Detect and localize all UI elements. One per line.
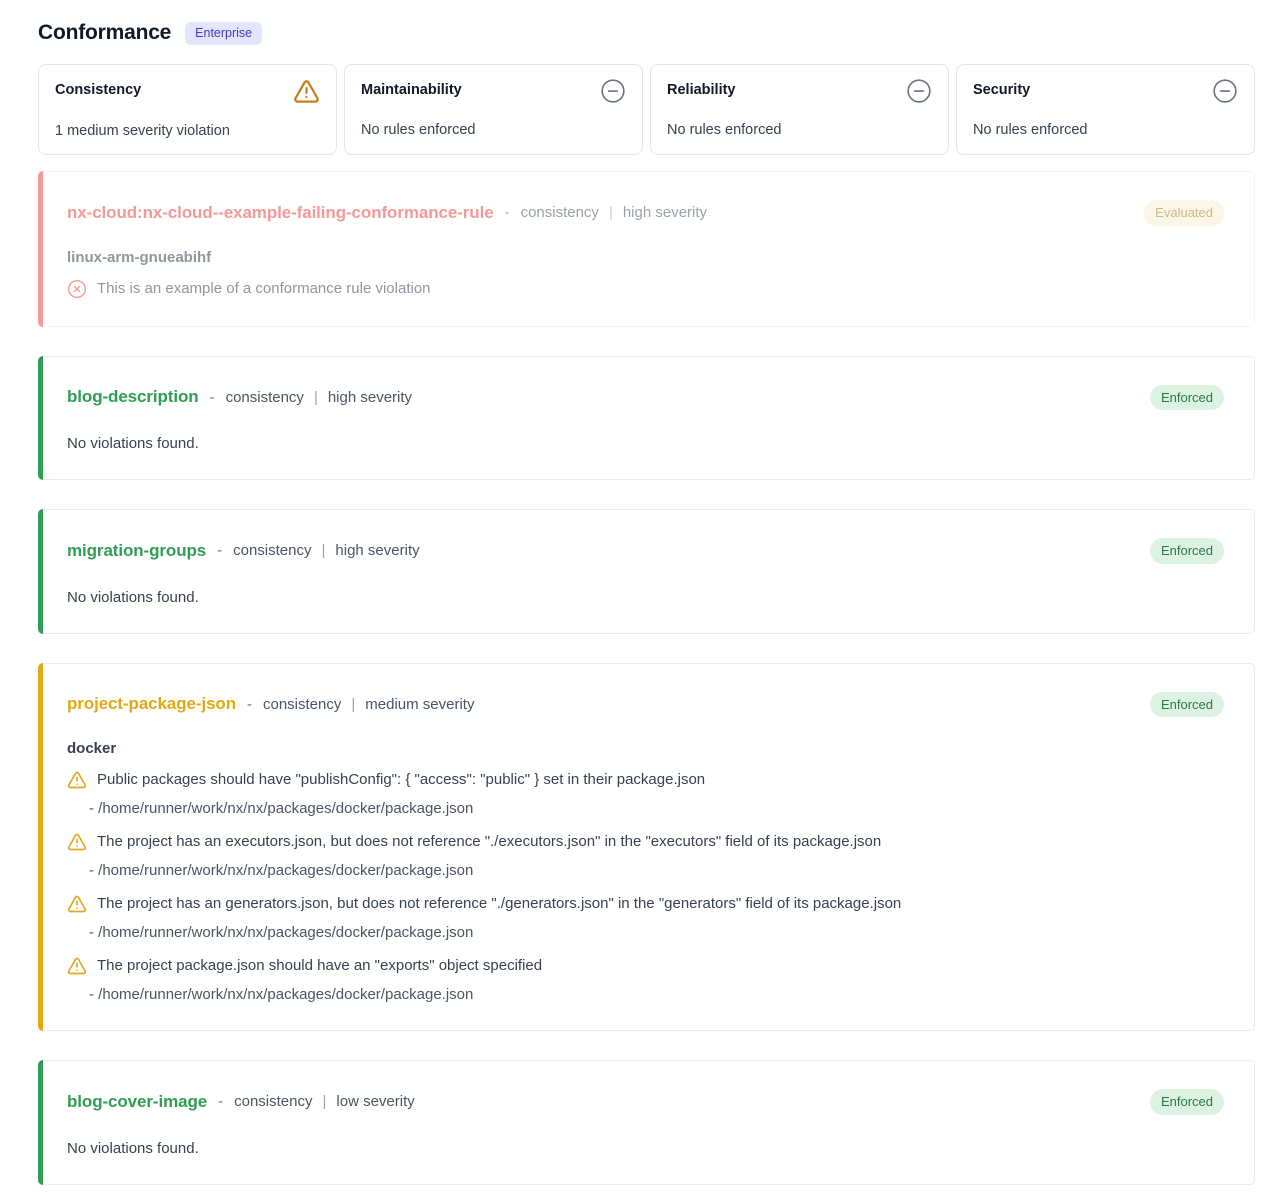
violation-message: This is an example of a conformance rule… bbox=[97, 280, 431, 299]
warning-triangle-icon bbox=[67, 770, 87, 790]
violation-path: - /home/runner/work/nx/nx/packages/docke… bbox=[67, 924, 1224, 941]
violation-message: The project has an executors.json, but d… bbox=[97, 833, 881, 852]
rule-status-badge: Enforced bbox=[1150, 385, 1224, 411]
summary-row: Consistency 1 medium severity violation … bbox=[38, 64, 1255, 155]
rule-name: nx-cloud:nx-cloud--example-failing-confo… bbox=[67, 203, 494, 223]
plan-badge: Enterprise bbox=[185, 22, 262, 45]
rule-separator: - bbox=[218, 1093, 223, 1110]
summary-card-title: Security bbox=[973, 78, 1030, 98]
summary-card-title: Consistency bbox=[55, 78, 141, 98]
circle-minus-icon bbox=[1212, 78, 1238, 104]
rule-pipe: | bbox=[322, 1093, 326, 1110]
rule-pipe: | bbox=[314, 389, 318, 406]
violation-message: The project package.json should have an … bbox=[97, 957, 542, 976]
rule-status-badge: Enforced bbox=[1150, 1089, 1224, 1115]
rule-name: blog-description bbox=[67, 387, 199, 407]
summary-card-status: No rules enforced bbox=[361, 122, 626, 138]
rule-card: migration-groups - consistency | high se… bbox=[38, 509, 1255, 634]
summary-card-title: Reliability bbox=[667, 78, 736, 98]
rule-card: blog-description - consistency | high se… bbox=[38, 356, 1255, 481]
rule-status-text: No violations found. bbox=[67, 1140, 1224, 1157]
rule-severity: medium severity bbox=[365, 696, 474, 713]
summary-card-status: No rules enforced bbox=[667, 122, 932, 138]
warning-triangle-icon bbox=[67, 894, 87, 914]
violation-item: The project has an generators.json, but … bbox=[67, 895, 1224, 941]
rule-card: blog-cover-image - consistency | low sev… bbox=[38, 1060, 1255, 1185]
rule-status-text: No violations found. bbox=[67, 589, 1224, 606]
rule-card: project-package-json - consistency | med… bbox=[38, 663, 1255, 1032]
violations-list: Public packages should have "publishConf… bbox=[67, 771, 1224, 1003]
summary-card: Maintainability No rules enforced bbox=[344, 64, 643, 155]
violation-item: The project package.json should have an … bbox=[67, 957, 1224, 1003]
rule-name: blog-cover-image bbox=[67, 1092, 207, 1112]
rule-severity: low severity bbox=[336, 1093, 414, 1110]
rule-separator: - bbox=[505, 204, 510, 221]
warning-triangle-icon bbox=[67, 956, 87, 976]
rules-list: nx-cloud:nx-cloud--example-failing-confo… bbox=[38, 171, 1255, 1185]
circle-minus-icon bbox=[906, 78, 932, 104]
rule-status-badge: Evaluated bbox=[1144, 200, 1224, 226]
rule-name: migration-groups bbox=[67, 541, 206, 561]
page-header: Conformance Enterprise bbox=[38, 21, 1255, 45]
violation-item: Public packages should have "publishConf… bbox=[67, 771, 1224, 817]
page-title: Conformance bbox=[38, 21, 171, 45]
violation-path: - /home/runner/work/nx/nx/packages/docke… bbox=[67, 862, 1224, 879]
summary-card: Security No rules enforced bbox=[956, 64, 1255, 155]
rule-category: consistency bbox=[263, 696, 341, 713]
rule-status-text: No violations found. bbox=[67, 435, 1224, 452]
rule-card: nx-cloud:nx-cloud--example-failing-confo… bbox=[38, 171, 1255, 327]
rule-severity: high severity bbox=[335, 542, 419, 559]
violation-message: The project has an generators.json, but … bbox=[97, 895, 901, 914]
rule-category: consistency bbox=[521, 204, 599, 221]
violation-item: This is an example of a conformance rule… bbox=[67, 280, 1224, 299]
circle-minus-icon bbox=[600, 78, 626, 104]
rule-separator: - bbox=[217, 542, 222, 559]
rule-category: consistency bbox=[226, 389, 304, 406]
summary-card-status: No rules enforced bbox=[973, 122, 1238, 138]
rule-category: consistency bbox=[233, 542, 311, 559]
rule-name: project-package-json bbox=[67, 694, 236, 714]
rule-status-badge: Enforced bbox=[1150, 692, 1224, 718]
rule-pipe: | bbox=[322, 542, 326, 559]
summary-card: Reliability No rules enforced bbox=[650, 64, 949, 155]
warning-triangle-icon bbox=[67, 832, 87, 852]
circle-x-icon bbox=[67, 279, 87, 299]
rule-project-group: linux-arm-gnueabihf bbox=[67, 249, 1224, 266]
violation-message: Public packages should have "publishConf… bbox=[97, 771, 705, 790]
rule-severity: high severity bbox=[623, 204, 707, 221]
warning-triangle-icon bbox=[293, 78, 320, 105]
summary-card: Consistency 1 medium severity violation bbox=[38, 64, 337, 155]
rule-separator: - bbox=[210, 389, 215, 406]
conformance-page: Conformance Enterprise Consistency 1 med… bbox=[0, 0, 1287, 1185]
summary-card-status: 1 medium severity violation bbox=[55, 123, 320, 139]
rule-pipe: | bbox=[609, 204, 613, 221]
rule-status-badge: Enforced bbox=[1150, 538, 1224, 564]
violation-item: The project has an executors.json, but d… bbox=[67, 833, 1224, 879]
rule-category: consistency bbox=[234, 1093, 312, 1110]
rule-pipe: | bbox=[351, 696, 355, 713]
rule-severity: high severity bbox=[328, 389, 412, 406]
rule-separator: - bbox=[247, 696, 252, 713]
rule-project-group: docker bbox=[67, 740, 1224, 757]
violations-list: This is an example of a conformance rule… bbox=[67, 280, 1224, 299]
summary-card-title: Maintainability bbox=[361, 78, 462, 98]
violation-path: - /home/runner/work/nx/nx/packages/docke… bbox=[67, 986, 1224, 1003]
violation-path: - /home/runner/work/nx/nx/packages/docke… bbox=[67, 800, 1224, 817]
